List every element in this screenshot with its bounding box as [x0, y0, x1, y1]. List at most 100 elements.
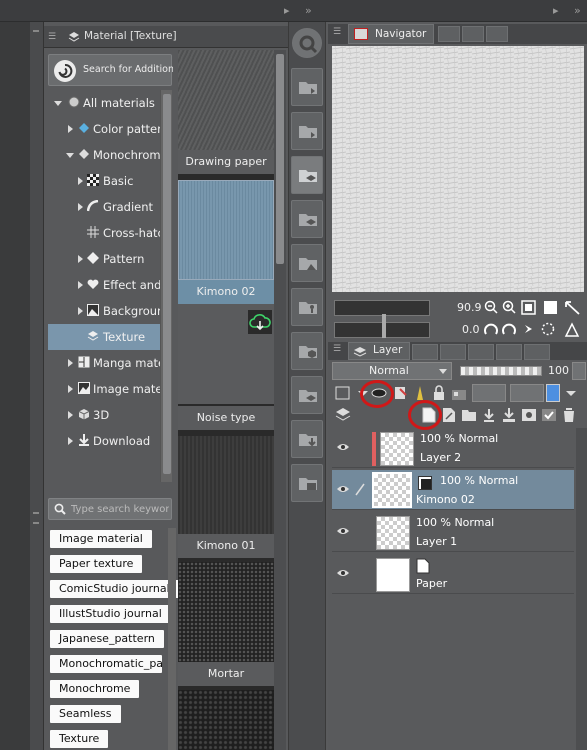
tags-scrollbar[interactable]	[168, 528, 176, 750]
tag-image-material[interactable]: Image material	[50, 530, 152, 548]
material-panel-tab[interactable]: ☰ Material [Texture]	[44, 26, 288, 48]
material-panel-button[interactable]	[291, 376, 323, 414]
tree-item-gradient[interactable]: Gradient	[48, 194, 160, 220]
material-panel-button-active[interactable]	[291, 156, 323, 194]
expand-arrow-icon[interactable]	[68, 437, 73, 445]
keyword-search-input[interactable]	[71, 502, 169, 517]
rotation-buttons[interactable]	[484, 322, 584, 338]
chevron-down-icon[interactable]	[562, 384, 580, 402]
expand-arrow-icon[interactable]	[54, 101, 62, 106]
lock-layer-icon[interactable]	[430, 384, 448, 402]
new-folder-icon[interactable]	[460, 406, 478, 424]
layer-color-icon[interactable]	[334, 384, 352, 402]
tree-item-cross-hatching[interactable]: Cross-hatching	[48, 220, 160, 246]
rotation-slider-handle[interactable]	[382, 314, 386, 338]
tree-item-texture[interactable]: Texture	[48, 324, 160, 350]
opacity-slider[interactable]	[460, 366, 542, 376]
tree-item-color-pattern[interactable]: Color pattern	[48, 116, 160, 142]
visibility-eye-icon[interactable]	[336, 526, 350, 536]
scrollbar-thumb[interactable]	[276, 54, 284, 264]
tree-item-manga-material[interactable]: Manga material	[48, 350, 160, 376]
tree-item-pattern[interactable]: Pattern	[48, 246, 160, 272]
tree-item-effect-and-frame[interactable]: Effect and frame	[48, 272, 160, 298]
download-cloud-icon[interactable]	[248, 310, 272, 334]
expand-arrow-icon[interactable]	[78, 281, 83, 289]
expand-arrow-icon[interactable]	[78, 255, 83, 263]
apply-mask-icon[interactable]	[540, 406, 558, 424]
visibility-eye-icon[interactable]	[336, 568, 350, 578]
layer-row-layer-2[interactable]: 100 % Normal Layer 2	[332, 428, 574, 468]
tab-item-bank[interactable]	[462, 26, 484, 42]
reference-layer-icon[interactable]	[392, 384, 410, 402]
visibility-eye-icon[interactable]	[336, 484, 350, 494]
expand-arrow-icon[interactable]	[68, 411, 73, 419]
panel-menu-icon[interactable]: ☰	[48, 32, 58, 42]
delete-layer-icon[interactable]	[560, 406, 578, 424]
navigator-preview[interactable]	[332, 46, 584, 292]
scrollbar-thumb[interactable]	[163, 94, 171, 474]
mask-dropdown[interactable]	[472, 384, 506, 402]
expand-arrow-icon[interactable]	[78, 307, 83, 315]
blend-mode-select[interactable]: Normal	[332, 362, 452, 380]
thumbnail-item[interactable]	[178, 690, 274, 750]
material-panel-button[interactable]	[291, 112, 323, 150]
tag-monochromatic-pattern[interactable]: Monochromatic_pattern	[50, 655, 162, 673]
tab-navigator[interactable]: Navigator	[348, 24, 434, 44]
lock-transparent-icon[interactable]	[450, 384, 468, 402]
create-mask-icon[interactable]	[520, 406, 538, 424]
tree-item-download[interactable]: Download	[48, 428, 160, 454]
tag-texture[interactable]: Texture	[50, 730, 109, 748]
thumbnail-drawing-paper[interactable]	[178, 50, 274, 150]
material-panel-button[interactable]	[291, 332, 323, 370]
tree-scrollbar[interactable]	[160, 90, 172, 482]
expand-arrow-icon[interactable]	[78, 203, 83, 211]
expand-arrow-icon[interactable]	[66, 153, 74, 158]
thumbnail-scrollbar[interactable]	[274, 50, 286, 750]
transfer-down-icon[interactable]	[480, 406, 498, 424]
tab-sub-view[interactable]	[438, 26, 460, 42]
material-panel-button[interactable]	[291, 244, 323, 282]
ruler-dropdown[interactable]	[510, 384, 544, 402]
material-panel-button[interactable]	[291, 200, 323, 238]
keyword-search-field[interactable]	[48, 498, 172, 520]
tag-comicstudio-journal[interactable]: ComicStudio journal	[50, 580, 179, 598]
tree-item-image-material[interactable]: Image material	[48, 376, 160, 402]
opacity-spinner[interactable]	[572, 362, 586, 380]
layer-color-swatch[interactable]	[546, 384, 560, 402]
tab-brush-size[interactable]	[468, 344, 494, 360]
panel-menu-icon[interactable]: ☰	[333, 27, 341, 37]
tree-item-3d[interactable]: 3D	[48, 402, 160, 428]
left-dock-splitter[interactable]	[30, 22, 44, 750]
expand-arrow-icon[interactable]	[68, 125, 73, 133]
visibility-eye-icon[interactable]	[336, 442, 350, 452]
material-panel-button[interactable]	[291, 464, 323, 502]
tree-item-monochromatic[interactable]: Monochromatic	[48, 142, 160, 168]
search-panel-button[interactable]	[292, 28, 322, 58]
thumbnail-kimono-01[interactable]	[178, 436, 274, 536]
expand-arrow-icon[interactable]	[78, 177, 83, 185]
layer-row-paper[interactable]: Paper	[332, 554, 574, 594]
new-vector-layer-icon[interactable]	[440, 406, 458, 424]
tree-item-all-materials[interactable]: All materials	[48, 90, 160, 116]
tree-item-background[interactable]: Background	[48, 298, 160, 324]
tag-illuststudio-journal[interactable]: IllustStudio journal	[50, 605, 171, 623]
thumbnail-kimono-02[interactable]	[178, 180, 274, 280]
panel-menu-icon[interactable]: ☰	[333, 344, 341, 354]
search-additional-materials-button[interactable]: Search for Additional M	[48, 54, 173, 86]
layer-row-kimono-02[interactable]: 100 % Normal Kimono 02	[332, 470, 574, 510]
tab-subtool[interactable]	[524, 344, 550, 360]
collapse-arrows-icon[interactable]: ▸ »	[284, 4, 318, 17]
layer-row-layer-1[interactable]: 100 % Normal Layer 1	[332, 512, 574, 552]
tab-layer-property[interactable]	[412, 344, 438, 360]
tag-paper-texture[interactable]: Paper texture	[50, 555, 143, 573]
tree-item-basic[interactable]: Basic	[48, 168, 160, 194]
collapse-arrows-icon[interactable]: ▸ »	[553, 4, 587, 17]
merge-down-icon[interactable]	[500, 406, 518, 424]
tag-seamless[interactable]: Seamless	[50, 705, 121, 723]
tab-layer[interactable]: Layer	[348, 342, 410, 360]
tab-layer-search[interactable]	[440, 344, 466, 360]
tag-monochrome[interactable]: Monochrome	[50, 680, 140, 698]
expand-arrow-icon[interactable]	[68, 385, 73, 393]
material-panel-button[interactable]	[291, 288, 323, 326]
tag-japanese-pattern[interactable]: Japanese_pattern	[50, 630, 164, 648]
